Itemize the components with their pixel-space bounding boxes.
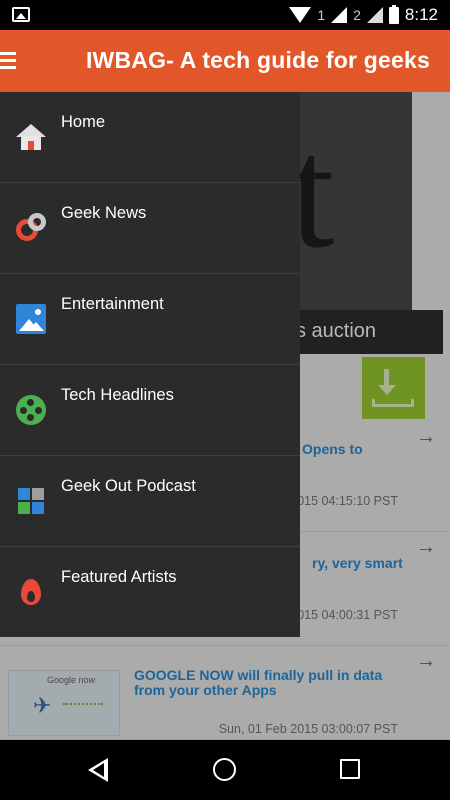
picture-icon	[16, 304, 46, 334]
recent-apps-icon[interactable]	[340, 759, 360, 779]
status-icons: 1 2 8:12	[289, 0, 438, 30]
home-circle-icon[interactable]	[213, 758, 236, 781]
puzzle-icon	[16, 486, 46, 516]
signal-icon	[366, 7, 383, 23]
drawer-item-label: Featured Artists	[61, 568, 177, 586]
status-bar: 1 2 8:12	[0, 0, 450, 30]
app-title: IWBAG- A tech guide for geeks	[85, 47, 430, 73]
drawer-item-label: Geek News	[61, 204, 147, 222]
drawer-item-geek-out-podcast[interactable]: Geek Out Podcast	[0, 456, 300, 547]
navigation-drawer: Home Geek News Entertainment Tech Headli…	[0, 92, 300, 637]
hamburger-icon[interactable]	[0, 52, 16, 70]
drawer-item-label: Entertainment	[61, 295, 164, 313]
signal-icon	[331, 7, 348, 23]
clock: 8:12	[404, 5, 438, 24]
drawer-item-featured-artists[interactable]: Featured Artists	[0, 547, 300, 638]
film-reel-icon	[16, 395, 46, 425]
app-bar: IWBAG- A tech guide for geeks	[0, 30, 450, 92]
drawer-item-geek-news[interactable]: Geek News	[0, 183, 300, 274]
battery-icon	[388, 4, 399, 24]
sim2-label: 2	[353, 7, 361, 23]
wifi-icon	[289, 7, 312, 23]
drawer-item-label: Geek Out Podcast	[61, 477, 196, 495]
back-icon[interactable]	[88, 758, 110, 782]
geek-news-icon	[16, 213, 46, 243]
drawer-item-entertainment[interactable]: Entertainment	[0, 274, 300, 365]
system-nav-bar	[0, 740, 450, 800]
image-icon	[12, 7, 30, 22]
drawer-item-tech-headlines[interactable]: Tech Headlines	[0, 365, 300, 456]
home-icon	[16, 122, 46, 152]
flame-icon	[16, 577, 46, 607]
drawer-item-label: Tech Headlines	[61, 386, 174, 404]
drawer-item-home[interactable]: Home	[0, 92, 300, 183]
sim1-label: 1	[317, 7, 326, 23]
drawer-item-label: Home	[61, 113, 106, 131]
